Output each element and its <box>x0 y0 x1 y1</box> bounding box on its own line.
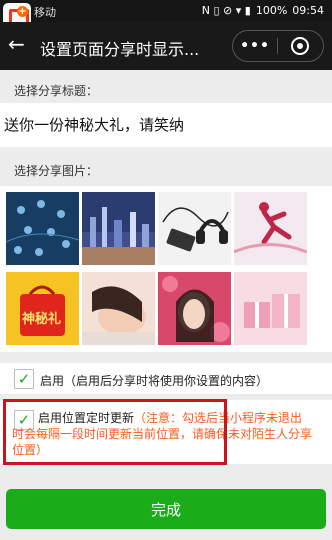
image-picker-grid: 神秘礼 <box>0 186 332 352</box>
girl-lying-picture <box>82 272 155 345</box>
page-title: 设置页面分享时显示... <box>40 40 200 59</box>
done-button[interactable]: 完成 <box>6 489 326 529</box>
girl-flowers-picture <box>158 272 231 345</box>
enable-share-checkbox[interactable]: ✓ <box>14 369 34 389</box>
status-icons: N ▯ ⊘ ▾ ▮ <box>201 4 251 17</box>
status-indicators: N ▯ ⊘ ▾ ▮ 100% 09:54 <box>202 4 324 17</box>
nav-bar: ← 设置页面分享时显示... ••• <box>0 22 332 70</box>
gift-bag-text: 神秘礼 <box>22 312 62 327</box>
city-night-picture <box>82 192 155 265</box>
share-title-input[interactable]: 送你一份神秘大礼，请笑纳 <box>0 103 332 147</box>
image-option-headphones[interactable] <box>158 192 231 265</box>
map-pins-picture <box>6 192 79 265</box>
highlight-box <box>3 399 227 465</box>
clock-text: 09:54 <box>292 4 324 17</box>
headphones-picture <box>158 192 231 265</box>
image-option-pink-gifts[interactable] <box>234 272 307 345</box>
battery-text: 100% <box>255 4 288 17</box>
pink-gifts-picture <box>234 272 307 345</box>
image-option-runner[interactable] <box>234 192 307 265</box>
back-arrow-icon[interactable]: ← <box>8 34 25 54</box>
miniprogram-capsule: ••• <box>232 30 324 62</box>
carrier-text: 移动 <box>34 6 56 19</box>
image-option-girl-lying[interactable] <box>82 272 155 345</box>
status-bar: 移动 N ▯ ⊘ ▾ ▮ 100% 09:54 <box>0 0 332 22</box>
image-option-map-pins[interactable] <box>6 192 79 265</box>
target-circle-icon <box>291 37 309 55</box>
share-title-label: 选择分享标题： <box>14 84 99 98</box>
more-menu-icon[interactable]: ••• <box>233 38 277 54</box>
enable-share-label: 启用（启用后分享时将使用你设置的内容） <box>40 374 269 388</box>
image-option-gift-bag[interactable]: 神秘礼 <box>6 272 79 345</box>
close-miniprogram-button[interactable] <box>278 37 322 55</box>
share-image-label: 选择分享图片： <box>14 164 99 178</box>
runner-picture <box>234 192 307 265</box>
image-option-city-night[interactable] <box>82 192 155 265</box>
image-option-girl-flowers[interactable] <box>158 272 231 345</box>
enable-share-row[interactable]: ✓ 启用（启用后分享时将使用你设置的内容） <box>0 363 332 394</box>
